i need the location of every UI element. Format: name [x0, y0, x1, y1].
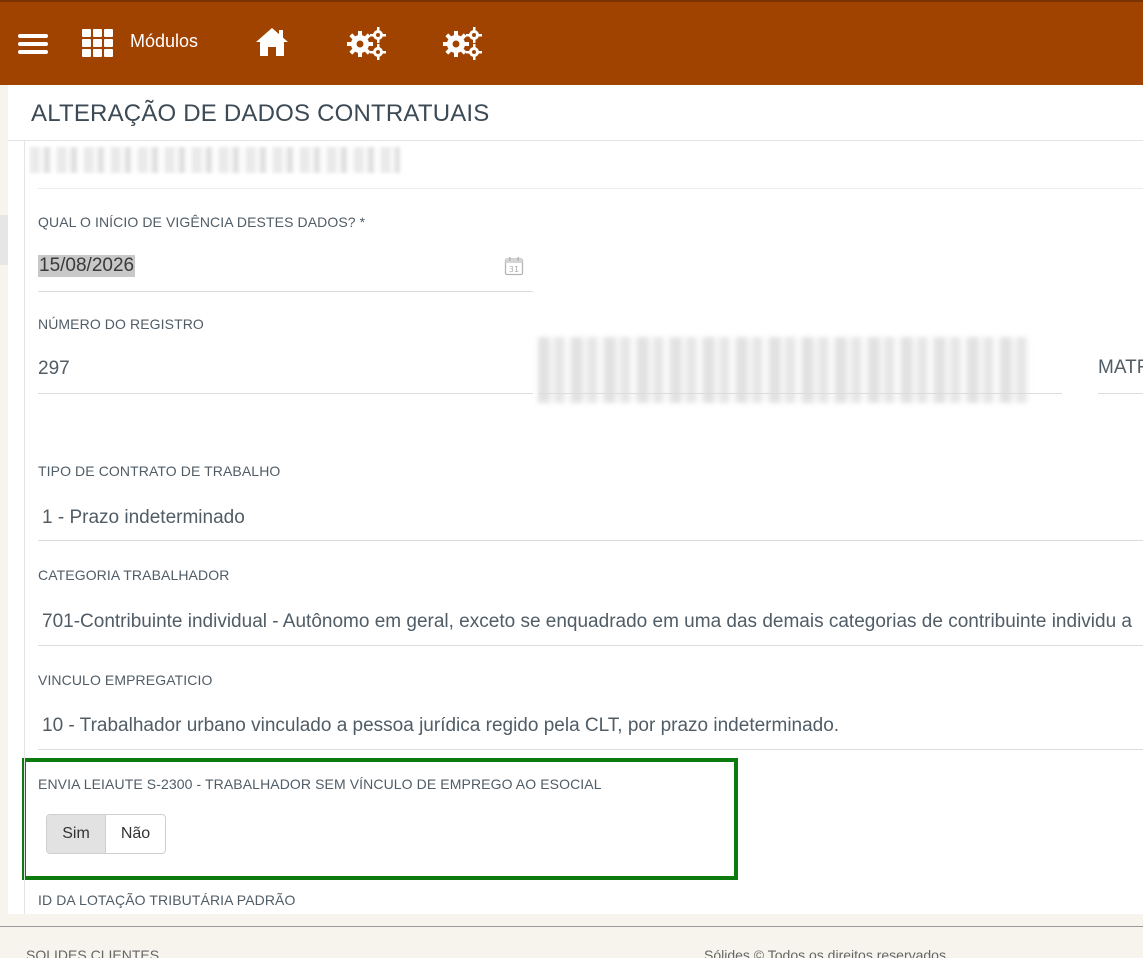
title-divider: [8, 140, 1143, 141]
divider: [38, 188, 1143, 189]
redacted-text: [30, 147, 400, 173]
settings-gears-icon-2[interactable]: [442, 26, 484, 60]
sidebar-marker: [0, 215, 8, 265]
matricula-underline: [1098, 393, 1143, 394]
page-title: ALTERAÇÃO DE DADOS CONTRATUAIS: [31, 100, 490, 127]
left-border-line: [24, 140, 25, 914]
svg-text:31: 31: [509, 265, 519, 274]
main-panel: ALTERAÇÃO DE DADOS CONTRATUAIS QUAL O IN…: [8, 85, 1143, 914]
top-navbar: Módulos: [0, 0, 1143, 85]
tipo-contrato-select[interactable]: 1 - Prazo indeterminado: [42, 507, 245, 529]
categoria-underline: [38, 645, 1143, 646]
categoria-select[interactable]: 701-Contribuinte individual - Autônomo e…: [42, 611, 1143, 633]
vigencia-date-input[interactable]: 15/08/2026: [38, 255, 136, 277]
toggle-sim-button[interactable]: Sim: [47, 815, 106, 853]
registro-label: NÚMERO DO REGISTRO: [38, 316, 204, 332]
redacted-underline: [538, 393, 1062, 394]
settings-gears-icon[interactable]: [346, 26, 388, 60]
left-sidebar-strip: [0, 85, 8, 958]
footer-company: SOLIDES CLIENTES: [26, 947, 160, 958]
modules-link[interactable]: Módulos: [130, 31, 198, 52]
s2300-toggle-group: Sim Não: [46, 814, 166, 854]
registro-underline: [38, 393, 533, 394]
home-icon[interactable]: [254, 26, 290, 58]
s2300-label: ENVIA LEIAUTE S-2300 - TRABALHADOR SEM V…: [38, 776, 602, 792]
lotacao-label: ID DA LOTAÇÃO TRIBUTÁRIA PADRÃO: [38, 892, 296, 908]
vinculo-label: VINCULO EMPREGATICIO: [38, 672, 213, 688]
footer-copyright: Sólides © Todos os direitos reservados: [704, 947, 946, 958]
modules-grid-icon[interactable]: [82, 29, 114, 57]
vinculo-select[interactable]: 10 - Trabalhador urbano vinculado a pess…: [42, 715, 839, 737]
vinculo-underline: [38, 749, 1143, 750]
categoria-label: CATEGORIA TRABALHADOR: [38, 567, 230, 583]
footer-divider: [0, 926, 1143, 927]
matricula-label: MATR: [1098, 357, 1143, 378]
toggle-nao-button[interactable]: Não: [106, 815, 165, 853]
hamburger-menu-icon[interactable]: [18, 34, 48, 56]
vigencia-label: QUAL O INÍCIO DE VIGÊNCIA DESTES DADOS? …: [38, 214, 366, 230]
registro-input[interactable]: 297: [38, 358, 70, 380]
tipo-contrato-underline: [38, 540, 1143, 541]
calendar-icon[interactable]: 31: [504, 256, 524, 281]
vigencia-underline: [38, 291, 533, 292]
tipo-contrato-label: TIPO DE CONTRATO DE TRABALHO: [38, 463, 281, 479]
